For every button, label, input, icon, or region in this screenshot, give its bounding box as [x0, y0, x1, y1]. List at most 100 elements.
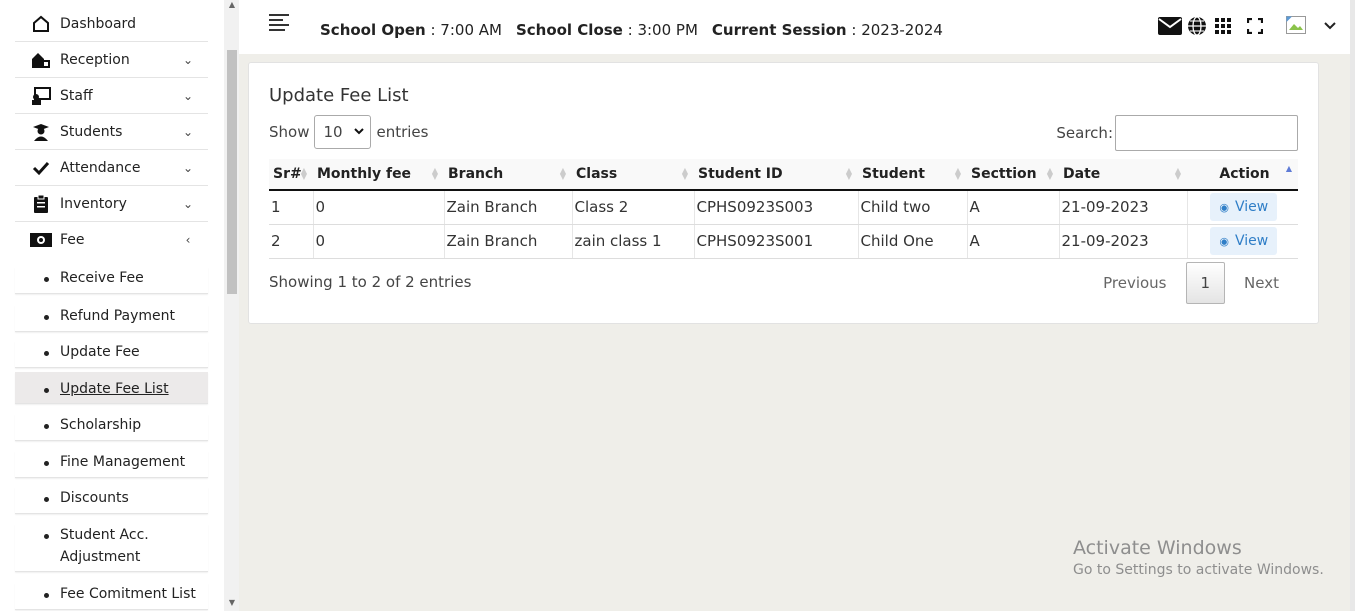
table-header-row: Sr# ▲ ▼ Monthly fee ▲ ▼ Branch ▲ ▼ Class ▲ ▼ Stu… — [269, 159, 1298, 191]
column-header-sr[interactable]: Sr# ▲ ▼ — [269, 159, 313, 191]
envelope-icon[interactable] — [1158, 16, 1182, 36]
bullet-icon — [44, 461, 49, 466]
check-icon — [29, 158, 53, 178]
table-row: 2 0 Zain Branch zain class 1 CPHS0923S00… — [269, 224, 1298, 259]
cell-class: zain class 1 — [572, 224, 695, 259]
submenu-item-update-fee[interactable]: Update Fee — [15, 341, 208, 368]
submenu-item-label: Student Acc. Adjustment — [60, 527, 149, 565]
sort-asc-icon: ▲ — [1285, 164, 1292, 173]
grid-icon[interactable] — [1215, 16, 1231, 36]
submenu-item-update-fee-list[interactable]: Update Fee List — [15, 372, 208, 404]
watermark-subtitle: Go to Settings to activate Windows. — [1073, 562, 1324, 578]
view-button-label: View — [1234, 199, 1269, 216]
staff-icon — [29, 86, 53, 106]
column-header-date[interactable]: Date ▲ ▼ — [1059, 159, 1187, 191]
scroll-down-arrow[interactable]: ▼ — [227, 598, 237, 607]
sidebar-item-reception[interactable]: Reception ⌄ — [15, 42, 208, 78]
sidebar-item-dashboard[interactable]: Dashboard — [15, 6, 208, 42]
fullscreen-icon[interactable] — [1247, 16, 1263, 36]
globe-icon[interactable] — [1187, 16, 1207, 36]
sidebar-item-inventory[interactable]: Inventory ⌄ — [15, 186, 208, 222]
chevron-down-icon[interactable] — [1324, 16, 1336, 36]
submenu-item-label: Fee Comitment List — [60, 586, 196, 602]
submenu-item-label: Scholarship — [60, 417, 142, 433]
cell-class: Class 2 — [572, 190, 695, 225]
page-1-button[interactable]: 1 — [1185, 262, 1226, 304]
table-info: Showing 1 to 2 of 2 entries — [269, 273, 472, 291]
submenu-item-fine-management[interactable]: Fine Management — [15, 451, 208, 478]
sidebar-item-attendance[interactable]: Attendance ⌄ — [15, 150, 208, 186]
pagination: Previous 1 Next — [1084, 262, 1298, 304]
column-header-action[interactable]: Action ▲ — [1187, 159, 1298, 191]
session-value: 2023-2024 — [861, 21, 943, 39]
cell-action: ◉ View — [1187, 190, 1298, 225]
sidebar-item-fee[interactable]: Fee ‹ — [15, 222, 208, 258]
sort-icon: ▲ ▼ — [559, 166, 566, 181]
sidebar-scrollbar[interactable]: ▲ ▼ — [224, 0, 239, 611]
cell-section: A — [967, 224, 1060, 259]
column-header-class[interactable]: Class ▲ ▼ — [572, 159, 694, 191]
school-open-label: School Open — [320, 21, 426, 39]
submenu-item-receive-fee[interactable]: Receive Fee — [15, 267, 208, 294]
search-input[interactable] — [1115, 115, 1298, 151]
sidebar-item-students[interactable]: Students ⌄ — [15, 114, 208, 150]
reception-icon — [29, 50, 53, 70]
chevron-down-icon: ⌄ — [182, 196, 194, 211]
cell-date: 21-09-2023 — [1059, 224, 1188, 259]
view-button[interactable]: ◉ View — [1210, 193, 1278, 222]
submenu-item-fee-comitment-list[interactable]: Fee Comitment List — [15, 583, 208, 610]
top-header: School Open : 7:00 AM School Close : 3:00… — [239, 0, 1355, 54]
column-header-student[interactable]: Student ▲ ▼ — [858, 159, 967, 191]
page-title: Update Fee List — [269, 85, 409, 106]
submenu-item-label: Fine Management — [60, 454, 186, 470]
page-scrollbar[interactable] — [1350, 0, 1355, 611]
column-header-student-id[interactable]: Student ID ▲ ▼ — [694, 159, 858, 191]
submenu-item-label: Update Fee — [60, 344, 140, 360]
chevron-down-icon: ⌄ — [182, 52, 194, 67]
submenu-item-refund-payment[interactable]: Refund Payment — [15, 305, 208, 332]
clipboard-icon — [29, 194, 53, 214]
entries-label: entries — [376, 123, 429, 141]
bullet-icon — [44, 388, 49, 393]
bullet-icon — [44, 593, 49, 598]
column-header-section[interactable]: Secttion ▲ ▼ — [967, 159, 1059, 191]
bullet-icon — [44, 497, 49, 502]
menu-toggle-icon[interactable] — [269, 14, 291, 32]
cell-action: ◉ View — [1187, 224, 1298, 259]
submenu-item-label: Discounts — [60, 490, 129, 506]
view-button[interactable]: ◉ View — [1210, 227, 1278, 255]
chevron-left-icon: ‹ — [185, 233, 191, 247]
entries-select[interactable]: 10 — [314, 115, 372, 149]
school-open-time: 7:00 AM — [440, 21, 502, 39]
session-label: Current Session — [711, 21, 847, 39]
submenu-item-scholarship[interactable]: Scholarship — [15, 414, 208, 441]
column-header-monthly-fee[interactable]: Monthly fee ▲ ▼ — [313, 159, 444, 191]
cell-monthly-fee: 0 — [313, 224, 445, 259]
submenu-item-label: Refund Payment — [60, 308, 176, 324]
scroll-thumb[interactable] — [227, 50, 237, 294]
eye-icon: ◉ — [1219, 234, 1229, 248]
next-button[interactable]: Next — [1225, 262, 1298, 304]
chevron-down-icon: ⌄ — [182, 124, 194, 139]
column-header-branch[interactable]: Branch ▲ ▼ — [444, 159, 572, 191]
previous-button[interactable]: Previous — [1084, 262, 1185, 304]
view-button-label: View — [1234, 233, 1269, 249]
scroll-up-arrow[interactable]: ▲ — [227, 0, 237, 9]
chevron-down-icon: ⌄ — [182, 88, 194, 103]
sidebar-item-label: Inventory — [60, 195, 127, 212]
search-control: Search: — [1056, 115, 1298, 151]
fee-list-table: Sr# ▲ ▼ Monthly fee ▲ ▼ Branch ▲ ▼ Class ▲ ▼ Stu… — [269, 159, 1298, 259]
cell-student: Child One — [858, 224, 968, 259]
sort-icon: ▲ ▼ — [300, 166, 307, 181]
submenu-item-student-acc-adjustment[interactable]: Student Acc. Adjustment — [15, 524, 208, 572]
avatar[interactable] — [1286, 15, 1306, 35]
submenu-item-discounts[interactable]: Discounts — [15, 487, 208, 514]
cell-date: 21-09-2023 — [1059, 190, 1188, 225]
entries-select-value: 10 — [323, 123, 343, 141]
chevron-down-icon — [354, 124, 365, 138]
sidebar-item-label: Fee — [60, 232, 85, 248]
sidebar-item-label: Students — [60, 123, 123, 140]
sidebar-item-staff[interactable]: Staff ⌄ — [15, 78, 208, 114]
sort-icon: ▲ ▼ — [1174, 166, 1181, 181]
cell-student: Child two — [858, 190, 968, 225]
